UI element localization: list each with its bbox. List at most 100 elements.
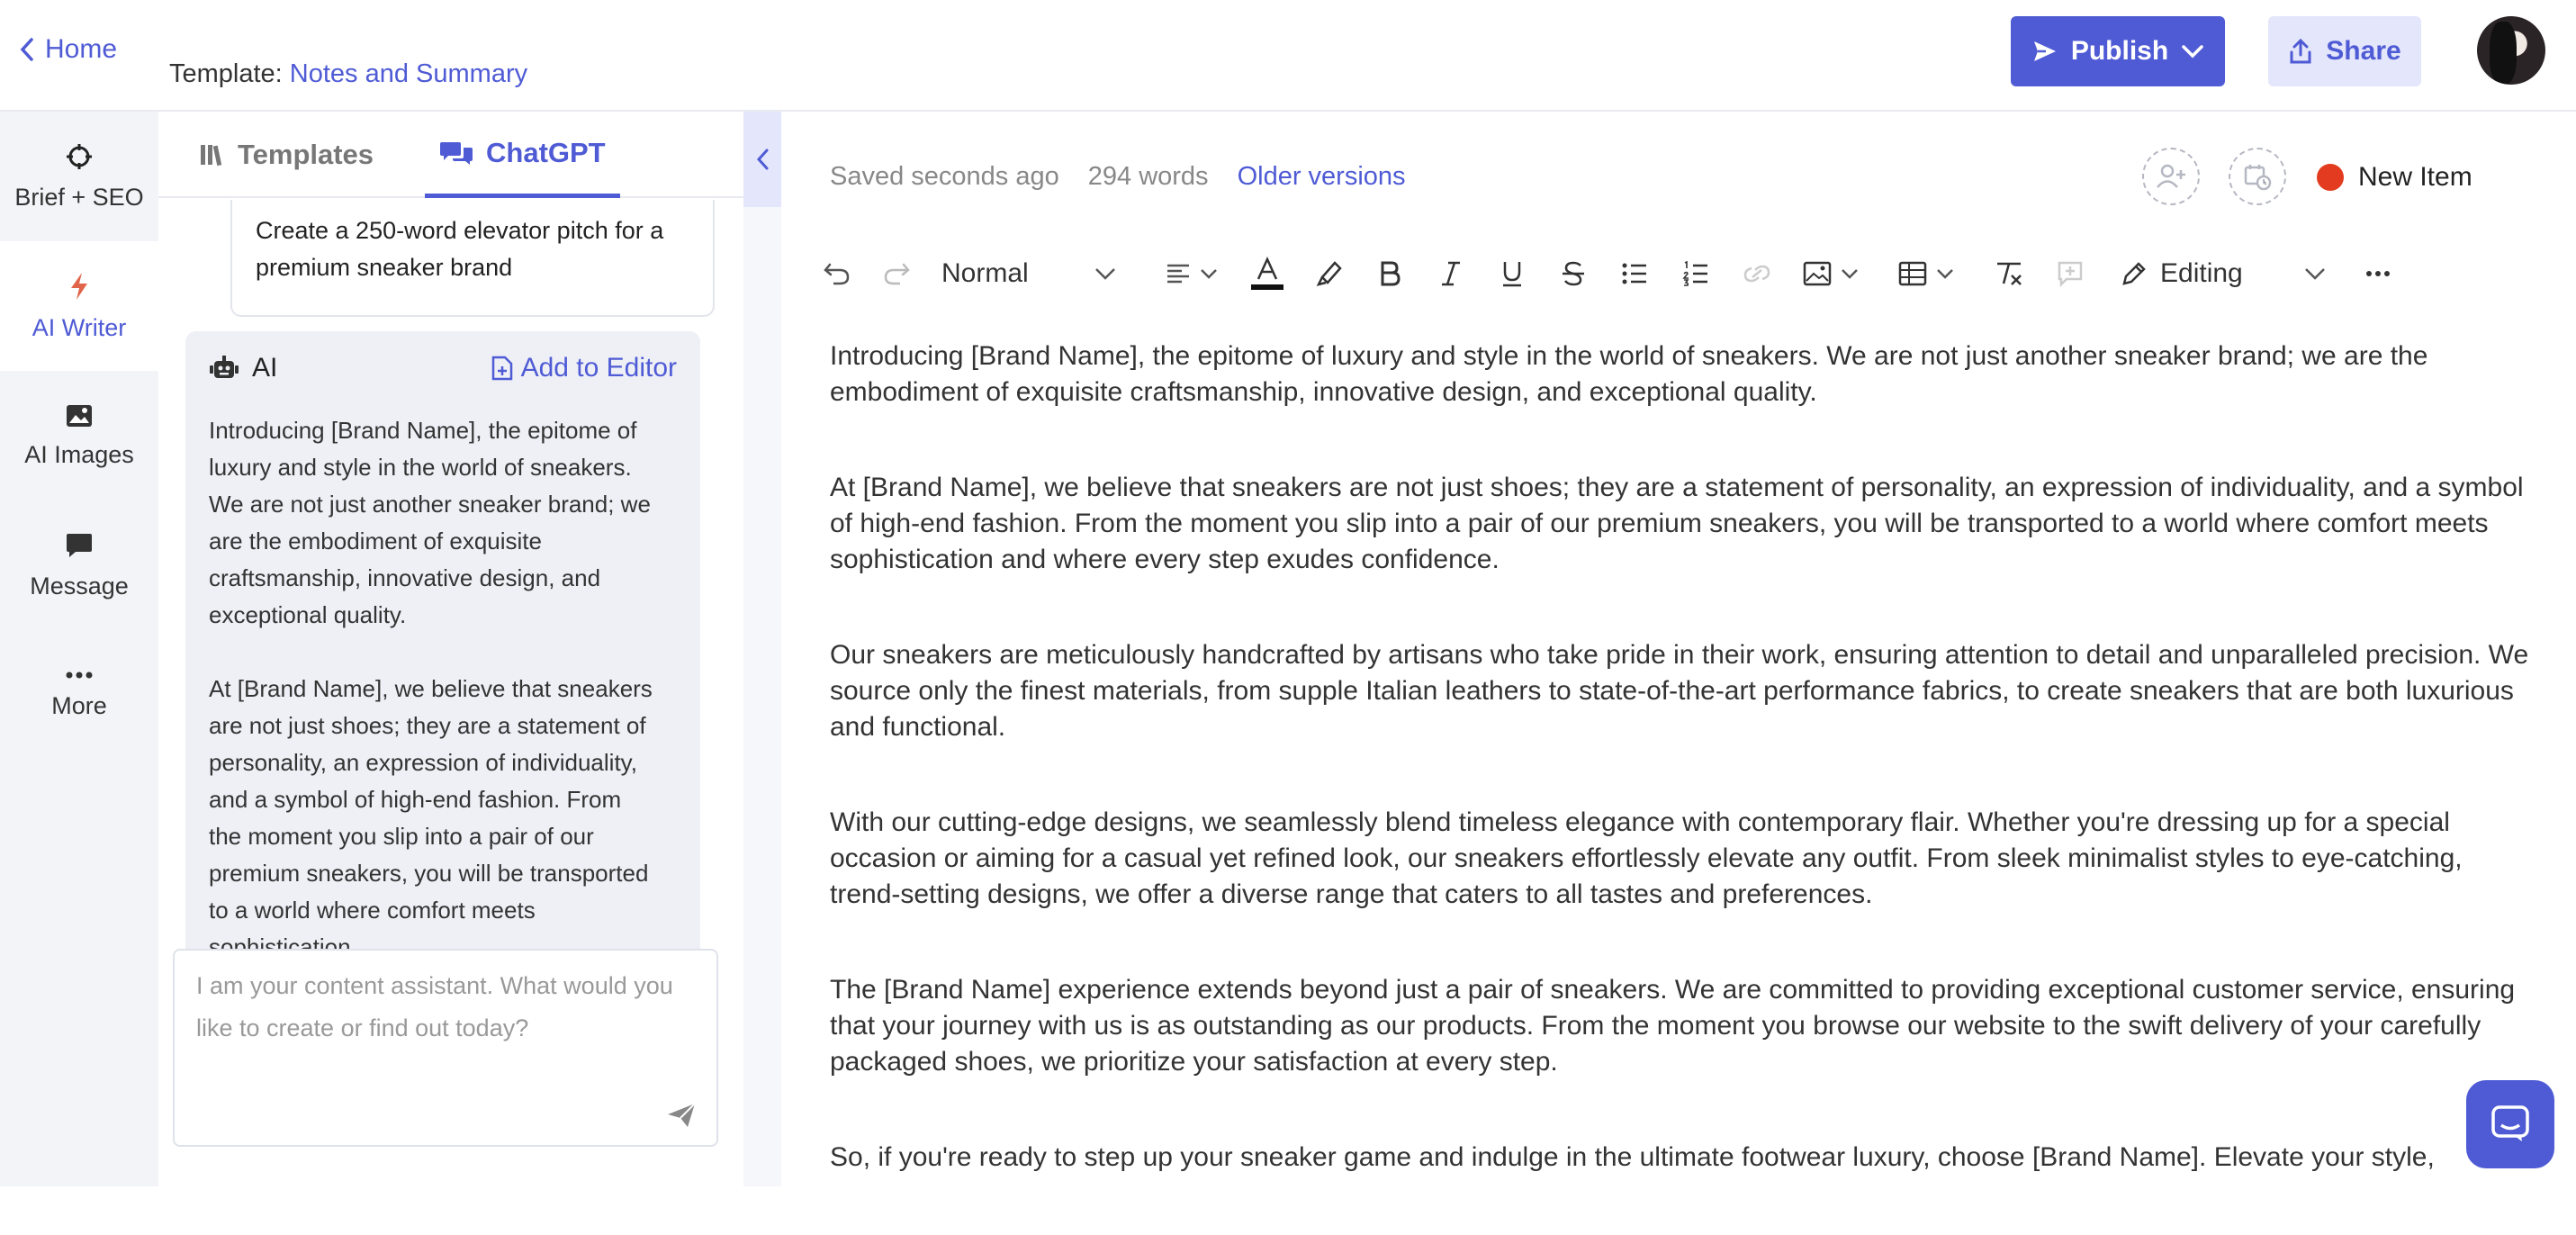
nav-item-ai-writer[interactable]: AI Writer: [0, 241, 158, 371]
ai-paragraph: Introducing [Brand Name], the epitome of…: [209, 417, 651, 628]
word-count: 294 words: [1087, 162, 1209, 191]
lightning-icon: [68, 271, 90, 302]
ellipsis-icon: [2365, 270, 2391, 277]
chevron-down-icon: [1200, 268, 1218, 279]
text-style-dropdown[interactable]: Normal: [934, 247, 1123, 301]
chevron-down-icon: [1094, 267, 1116, 280]
status-label: New Item: [2358, 162, 2472, 192]
chevron-down-icon[interactable]: [2181, 44, 2204, 59]
italic-button[interactable]: [1426, 247, 1476, 301]
underline-icon: [1500, 259, 1524, 288]
strikethrough-button[interactable]: [1548, 247, 1599, 301]
nav-item-message[interactable]: Message: [0, 500, 158, 630]
image-icon: [1803, 261, 1832, 286]
collapse-panel-button[interactable]: [743, 112, 781, 207]
ai-response-header: AI Add to Editor: [209, 353, 677, 383]
add-to-editor-label: Add to Editor: [520, 353, 677, 383]
redo-icon: [882, 261, 911, 286]
tab-chatgpt[interactable]: ChatGPT: [425, 112, 620, 198]
pencil-icon: [2121, 260, 2148, 287]
add-comment-icon: [2057, 260, 2084, 287]
editing-mode-label: Editing: [2160, 258, 2243, 288]
numbered-list-icon: [1682, 261, 1709, 286]
ai-response-text: Introducing [Brand Name], the epitome of…: [209, 412, 659, 1003]
clear-formatting-button[interactable]: [1984, 247, 2034, 301]
document-paragraph: Our sneakers are meticulously handcrafte…: [830, 640, 2529, 742]
text-style-value: Normal: [941, 258, 1029, 288]
chevron-left-icon: [20, 37, 34, 62]
support-chat-button[interactable]: [2466, 1080, 2554, 1168]
numbered-list-button[interactable]: [1671, 247, 1721, 301]
publish-button[interactable]: Publish: [2011, 16, 2225, 86]
nav-item-ai-images[interactable]: AI Images: [0, 371, 158, 500]
nav-item-more[interactable]: More: [0, 630, 158, 760]
avatar[interactable]: [2477, 16, 2545, 85]
redo-button[interactable]: [871, 247, 922, 301]
bold-icon: [1379, 260, 1401, 287]
add-user-icon: [2156, 163, 2186, 190]
image-icon: [65, 403, 94, 428]
more-options-button[interactable]: [2353, 247, 2403, 301]
link-icon: [1743, 263, 1771, 284]
bold-button[interactable]: [1365, 247, 1415, 301]
tab-label: Templates: [238, 139, 374, 170]
highlight-button[interactable]: [1303, 247, 1354, 301]
nav-item-brief-seo[interactable]: Brief + SEO: [0, 112, 158, 241]
document-paragraph: Introducing [Brand Name], the epitome of…: [830, 341, 2428, 407]
ai-paragraph: At [Brand Name], we believe that sneaker…: [209, 675, 653, 960]
robot-icon: [209, 355, 239, 382]
template-name-link[interactable]: Notes and Summary: [290, 59, 527, 88]
undo-icon: [823, 261, 851, 286]
document-body[interactable]: Introducing [Brand Name], the epitome of…: [830, 338, 2540, 1235]
text-color-button[interactable]: [1242, 247, 1293, 301]
tab-templates[interactable]: Templates: [198, 112, 374, 198]
chevron-down-icon: [2304, 267, 2326, 280]
nav-label: Message: [30, 572, 129, 599]
send-icon: [2031, 38, 2058, 65]
share-button[interactable]: Share: [2268, 16, 2421, 86]
status-dot: [2317, 164, 2344, 191]
panel-divider: [743, 207, 781, 1186]
table-icon: [1898, 261, 1927, 286]
text-color-icon: [1249, 256, 1285, 292]
ai-label: AI: [252, 353, 278, 383]
publish-label: Publish: [2070, 36, 2169, 66]
chat-icon: [65, 531, 94, 560]
table-dropdown[interactable]: [1888, 247, 1964, 301]
older-versions-link[interactable]: Older versions: [1238, 162, 1406, 192]
nav-label: AI Images: [24, 440, 134, 468]
underline-button[interactable]: [1487, 247, 1537, 301]
library-icon: [198, 141, 225, 168]
align-dropdown[interactable]: [1154, 247, 1229, 301]
document-paragraph: So, if you're ready to step up your snea…: [830, 1142, 2435, 1172]
clear-format-icon: [1994, 260, 2024, 287]
chat-icon: [2490, 1104, 2531, 1145]
editing-mode-dropdown[interactable]: Editing: [2115, 247, 2331, 301]
undo-button[interactable]: [812, 247, 862, 301]
bullet-list-button[interactable]: [1609, 247, 1660, 301]
assistant-input[interactable]: I am your content assistant. What would …: [173, 949, 718, 1147]
image-dropdown[interactable]: [1793, 247, 1869, 301]
calendar-clock-icon: [2243, 162, 2272, 191]
highlighter-icon: [1313, 259, 1344, 288]
assistant-placeholder: I am your content assistant. What would …: [196, 972, 673, 1041]
home-label: Home: [45, 34, 118, 64]
editor-toolbar: Normal Editing: [812, 247, 2540, 301]
editor-area: Saved seconds ago 294 words Older versio…: [781, 112, 2576, 1186]
add-to-editor-button[interactable]: Add to Editor: [491, 353, 677, 383]
insert-comment-button[interactable]: [2045, 247, 2095, 301]
status-indicator[interactable]: New Item: [2317, 162, 2472, 193]
send-message-icon[interactable]: [666, 1102, 697, 1129]
strikethrough-icon: [1561, 260, 1586, 287]
document-paragraph: At [Brand Name], we believe that sneaker…: [830, 473, 2524, 574]
left-nav: Brief + SEO AI Writer AI Images Message …: [0, 112, 158, 1186]
schedule-button[interactable]: [2229, 148, 2286, 205]
nav-label: AI Writer: [32, 313, 127, 341]
link-button[interactable]: [1732, 247, 1782, 301]
align-left-icon: [1166, 263, 1191, 284]
add-collaborator-button[interactable]: [2142, 148, 2200, 205]
document-status: Saved seconds ago 294 words Older versio…: [830, 162, 1406, 192]
italic-icon: [1440, 260, 1462, 287]
home-link[interactable]: Home: [20, 34, 117, 65]
document-paragraph: With our cutting-edge designs, we seamle…: [830, 807, 2463, 909]
